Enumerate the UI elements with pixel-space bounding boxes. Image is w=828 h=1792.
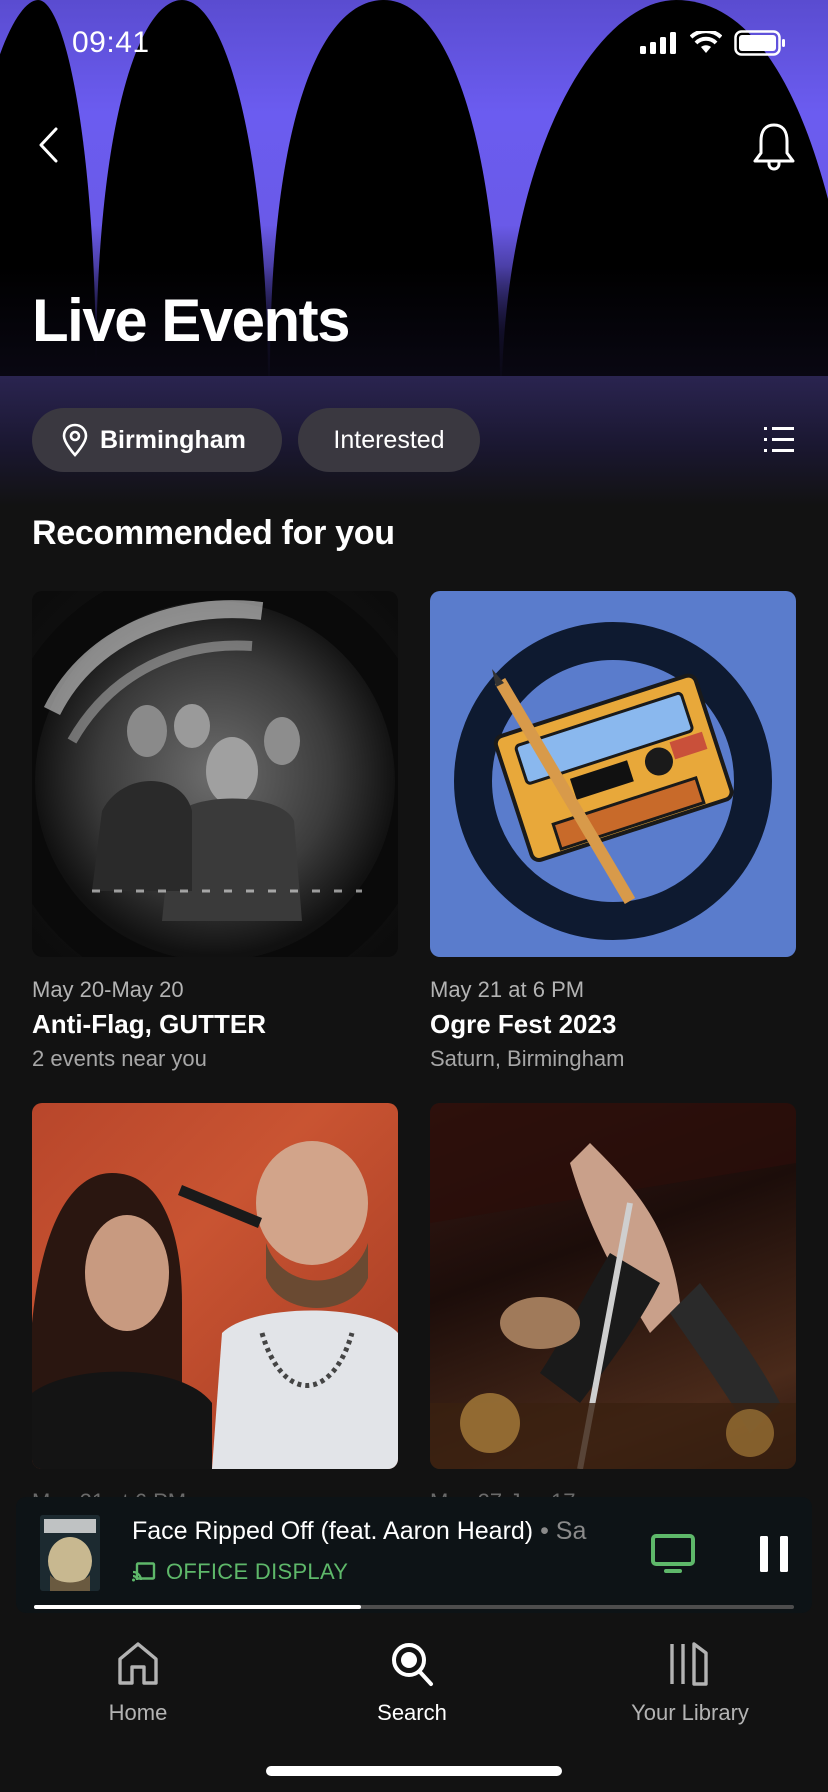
list-view-button[interactable]: [760, 420, 800, 460]
event-card[interactable]: May 21 at 6 PM Ogre Fest 2023 Saturn, Bi…: [430, 591, 796, 1072]
tab-your-library[interactable]: Your Library: [620, 1634, 760, 1726]
pause-button[interactable]: [752, 1531, 796, 1577]
chevron-left-icon: [39, 127, 58, 163]
library-icon: [670, 1642, 708, 1686]
pause-icon: [760, 1536, 788, 1572]
interested-filter-label: Interested: [333, 425, 445, 454]
cassette-artwork: [454, 622, 772, 940]
home-indicator: [266, 1766, 562, 1776]
track-artist: Sa: [555, 1517, 587, 1545]
tab-search[interactable]: Search: [362, 1634, 462, 1726]
cast-icon: [132, 1562, 156, 1582]
event-date: May 21 at 6 PM: [430, 977, 585, 1002]
page-title: Live Events: [32, 287, 351, 354]
album-art: [40, 1515, 100, 1591]
interested-filter-chip[interactable]: Interested: [298, 408, 480, 472]
track-title-line: Face Ripped Off (feat. Aaron Heard) • Sa: [132, 1517, 622, 1546]
event-card[interactable]: May 21 at 6 PM: [32, 1103, 398, 1515]
list-icon: [764, 427, 794, 452]
event-image: [430, 591, 796, 957]
connected-device: OFFICE DISPLAY: [132, 1559, 348, 1585]
location-filter-label: Birmingham: [100, 425, 246, 454]
battery-icon: [734, 30, 785, 56]
concert-photo: [430, 1103, 796, 1469]
event-subtitle: 2 events near you: [32, 1046, 207, 1071]
location-filter-chip[interactable]: Birmingham: [32, 408, 282, 472]
event-date: May 20-May 20: [32, 977, 184, 1002]
bell-icon: [753, 123, 795, 171]
event-image: [32, 591, 398, 957]
event-card[interactable]: May 20-May 20 Anti-Flag, GUTTER 2 events…: [32, 591, 398, 1072]
device-name: OFFICE DISPLAY: [166, 1559, 349, 1584]
monitor-icon: [651, 1534, 695, 1573]
event-image: [430, 1103, 796, 1469]
home-icon: [118, 1642, 158, 1685]
cellular-signal-icon: [640, 32, 676, 54]
event-image: [32, 1103, 398, 1469]
tab-home[interactable]: Home: [90, 1634, 186, 1726]
status-bar: 09:41: [0, 0, 828, 90]
event-title: Ogre Fest 2023: [430, 1009, 617, 1039]
event-subtitle: Saturn, Birmingham: [430, 1046, 625, 1071]
back-button[interactable]: [28, 120, 68, 170]
section-title: Recommended for you: [32, 514, 395, 552]
tab-home-label: Home: [108, 1700, 168, 1725]
notifications-button[interactable]: [748, 118, 800, 174]
search-icon: [392, 1643, 433, 1686]
band-photo: [32, 591, 398, 957]
track-artwork: [40, 1515, 100, 1591]
duo-photo: [32, 1141, 398, 1469]
track-separator: •: [533, 1517, 556, 1545]
location-pin-icon: [62, 423, 88, 457]
wifi-icon: [690, 31, 722, 53]
status-time: 09:41: [72, 26, 150, 59]
tab-search-label: Search: [377, 1700, 447, 1725]
playback-progress-fill: [34, 1605, 361, 1609]
mini-player[interactable]: Face Ripped Off (feat. Aaron Heard) • Sa…: [16, 1497, 812, 1613]
tab-library-label: Your Library: [631, 1700, 749, 1725]
connect-device-button[interactable]: [648, 1531, 698, 1577]
playback-progress-bar[interactable]: [34, 1605, 794, 1609]
track-title: Face Ripped Off (feat. Aaron Heard): [132, 1517, 534, 1545]
event-title: Anti-Flag, GUTTER: [32, 1009, 266, 1039]
event-card[interactable]: May 27-Jun 17: [430, 1103, 796, 1515]
